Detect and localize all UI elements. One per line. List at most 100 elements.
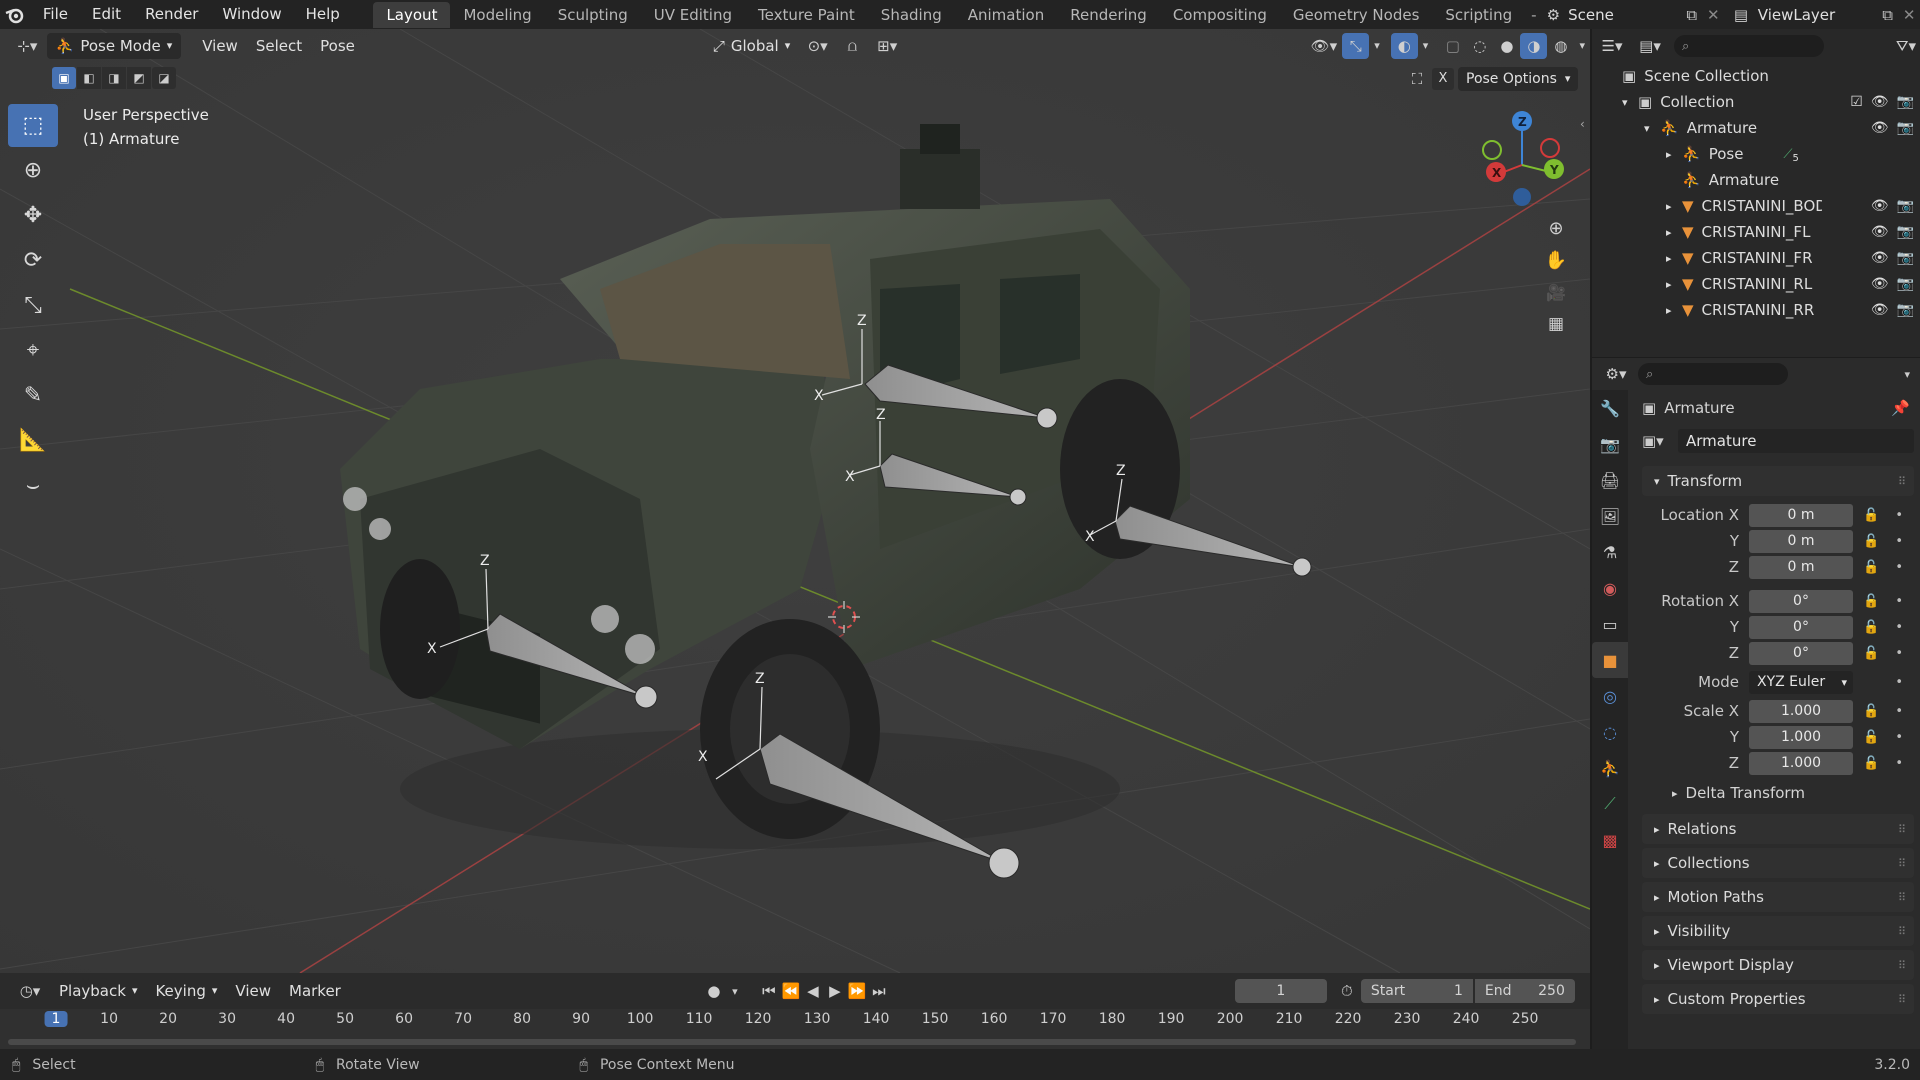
rotation-z-field[interactable]: 0° [1749, 641, 1853, 665]
gizmo-options-icon[interactable]: ▾ [1369, 33, 1384, 59]
camera-view-icon[interactable]: 🎥 [1542, 279, 1570, 305]
start-frame-field[interactable]: Start 1 [1360, 979, 1473, 1003]
select-new-icon[interactable]: ▣ [52, 67, 76, 89]
shading-rendered-icon[interactable]: ◍ [1547, 33, 1574, 59]
visibility-section-header[interactable]: ▸ Visibility ⠿ [1642, 916, 1914, 946]
sidebar-toggle-icon[interactable]: ‹ [1580, 117, 1585, 131]
keyframe-dot-icon[interactable]: • [1895, 620, 1903, 635]
workspace-more-icon[interactable]: - [1525, 6, 1542, 24]
camera-icon[interactable]: 📷 [1897, 276, 1914, 292]
pan-hand-icon[interactable]: ✋ [1542, 247, 1570, 273]
drag-handle-icon[interactable]: ⠿ [1898, 959, 1906, 972]
drag-handle-icon[interactable]: ⠿ [1898, 857, 1906, 870]
lock-icon[interactable]: 🔓 [1863, 534, 1879, 549]
move-tool-icon[interactable]: ✥ [8, 194, 58, 237]
outliner-row[interactable]: ▸ ⛹ Pose ⟋ 5 [1592, 141, 1920, 167]
outliner-row[interactable]: ▸ ▼ CRISTANINI_BOD 👁 📷 [1592, 193, 1920, 219]
lock-icon[interactable]: 🔓 [1863, 646, 1879, 661]
bone-tab-icon[interactable]: ⟋ [1592, 786, 1628, 822]
workspace-tab-rendering[interactable]: Rendering [1057, 2, 1160, 28]
chevron-right-icon[interactable]: ▸ [1666, 226, 1682, 239]
eye-icon[interactable]: 👁 [1871, 250, 1889, 266]
shading-solid-icon[interactable]: ● [1493, 33, 1520, 59]
orientation-selector[interactable]: ⤢ Global ▾ [704, 33, 799, 59]
keyframe-dot-icon[interactable]: • [1895, 534, 1903, 549]
outliner-row[interactable]: ▸ ▼ CRISTANINI_RR 👁 📷 [1592, 297, 1920, 323]
eye-icon[interactable]: 👁 [1871, 302, 1889, 318]
outliner-search-input[interactable]: ⌕ [1674, 35, 1824, 57]
outliner-row[interactable]: ▸ ▼ CRISTANINI_RL 👁 📷 [1592, 271, 1920, 297]
zoom-icon[interactable]: ⊕ [1542, 215, 1570, 241]
timeline-scrollbar[interactable] [8, 1039, 1576, 1045]
tool-tab-icon[interactable]: 🔧 [1592, 390, 1628, 426]
outliner-row[interactable]: ▸ ▼ CRISTANINI_FR 👁 📷 [1592, 245, 1920, 271]
workspace-tab-shading[interactable]: Shading [868, 2, 955, 28]
outliner-row[interactable]: ▾ ▣ Collection ☑ 👁 📷 [1592, 89, 1920, 115]
drag-handle-icon[interactable]: ⠿ [1898, 993, 1906, 1006]
viewport-display-section-header[interactable]: ▸ Viewport Display ⠿ [1642, 950, 1914, 980]
drag-handle-icon[interactable]: ⠿ [1898, 925, 1906, 938]
delete-view-layer-icon[interactable]: ✕ [1898, 2, 1920, 28]
camera-icon[interactable]: 📷 [1897, 120, 1914, 136]
delete-scene-icon[interactable]: ✕ [1703, 2, 1725, 28]
select-extend-icon[interactable]: ◧ [77, 67, 101, 89]
overlays-options-icon[interactable]: ▾ [1418, 33, 1433, 59]
menu-file[interactable]: File [31, 0, 80, 29]
checkbox-icon[interactable]: ☑ [1850, 94, 1863, 110]
keyframe-dot-icon[interactable]: • [1895, 675, 1903, 690]
scale-z-field[interactable]: 1.000 [1749, 751, 1853, 775]
select-box-tool-icon[interactable]: ⬚ [8, 104, 58, 147]
timeline-ruler[interactable]: 1 10 20 30 40 50 60 70 80 90 100 110 120 130 140 150 160… [0, 1009, 1590, 1049]
properties-editor-icon[interactable]: ⚙▾ [1602, 361, 1630, 387]
scale-y-field[interactable]: 1.000 [1749, 725, 1853, 749]
cursor-tool-icon[interactable]: ⊕ [8, 149, 58, 192]
jump-keyframe-back-icon[interactable]: ⏪ [780, 978, 802, 1004]
collection-tab-icon[interactable]: ▭ [1592, 606, 1628, 642]
drag-handle-icon[interactable]: ⠿ [1898, 823, 1906, 836]
clock-icon[interactable]: ⏱ [1333, 978, 1361, 1004]
chevron-right-icon[interactable]: ▸ [1666, 252, 1682, 265]
lock-icon[interactable]: 🔓 [1863, 756, 1879, 771]
keyframe-dot-icon[interactable]: • [1895, 704, 1903, 719]
outliner-row[interactable]: ▸ ▼ CRISTANINI_FL 👁 📷 [1592, 219, 1920, 245]
texture-tab-icon[interactable]: ▩ [1592, 822, 1628, 858]
menu-help[interactable]: Help [294, 0, 352, 29]
drag-handle-icon[interactable]: ⠿ [1898, 475, 1906, 488]
chevron-down-icon[interactable]: ▾ [1622, 96, 1638, 109]
modifier-tab-icon[interactable]: ◎ [1592, 678, 1628, 714]
lock-icon[interactable]: 🔓 [1863, 620, 1879, 635]
menu-pose[interactable]: Pose [311, 33, 364, 59]
play-reverse-icon[interactable]: ◀ [802, 978, 824, 1004]
x-mirror-button[interactable]: X [1432, 68, 1454, 90]
object-tab-icon[interactable]: ■ [1592, 642, 1628, 678]
scene-selector-icon[interactable]: ⚙ [1543, 2, 1565, 28]
location-z-field[interactable]: 0 m [1749, 555, 1853, 579]
workspace-tab-geometry-nodes[interactable]: Geometry Nodes [1280, 2, 1433, 28]
lock-icon[interactable]: 🔓 [1863, 560, 1879, 575]
3d-viewport[interactable]: Z X Z X Z X Z X Z X Z X Y User Perspecti… [0, 29, 1590, 973]
view-layer-name[interactable]: ViewLayer [1752, 3, 1877, 27]
camera-icon[interactable]: 📷 [1897, 94, 1914, 110]
outliner-editor-icon[interactable]: ☰▾ [1598, 33, 1626, 59]
outliner-row[interactable]: ▾ ⛹ Armature 👁 📷 [1592, 115, 1920, 141]
display-mode-icon[interactable]: ▤▾ [1630, 33, 1670, 59]
location-x-field[interactable]: 0 m [1749, 503, 1853, 527]
xray-toggle-icon[interactable]: ▢ [1439, 33, 1466, 59]
shading-wireframe-icon[interactable]: ◌ [1466, 33, 1493, 59]
pivot-point-icon[interactable]: ⊙▾ [799, 33, 836, 59]
menu-select[interactable]: Select [247, 33, 311, 59]
object-type-icon[interactable]: ▣▾ [1642, 432, 1672, 450]
chevron-right-icon[interactable]: ▸ [1666, 278, 1682, 291]
motion-paths-section-header[interactable]: ▸ Motion Paths ⠿ [1642, 882, 1914, 912]
lock-icon[interactable]: 🔓 [1863, 704, 1879, 719]
scene-tab-icon[interactable]: ⚗ [1592, 534, 1628, 570]
keyframe-dot-icon[interactable]: • [1895, 756, 1903, 771]
scale-tool-icon[interactable]: ⤡ [8, 284, 58, 327]
jump-keyframe-forward-icon[interactable]: ⏩ [846, 978, 868, 1004]
location-y-field[interactable]: 0 m [1749, 529, 1853, 553]
pin-icon[interactable]: 📌 [1891, 399, 1910, 417]
new-view-layer-icon[interactable]: ⧉ [1877, 2, 1899, 28]
eye-icon[interactable]: 👁 [1871, 120, 1889, 136]
menu-view[interactable]: View [193, 33, 247, 59]
lock-icon[interactable]: 🔓 [1863, 594, 1879, 609]
